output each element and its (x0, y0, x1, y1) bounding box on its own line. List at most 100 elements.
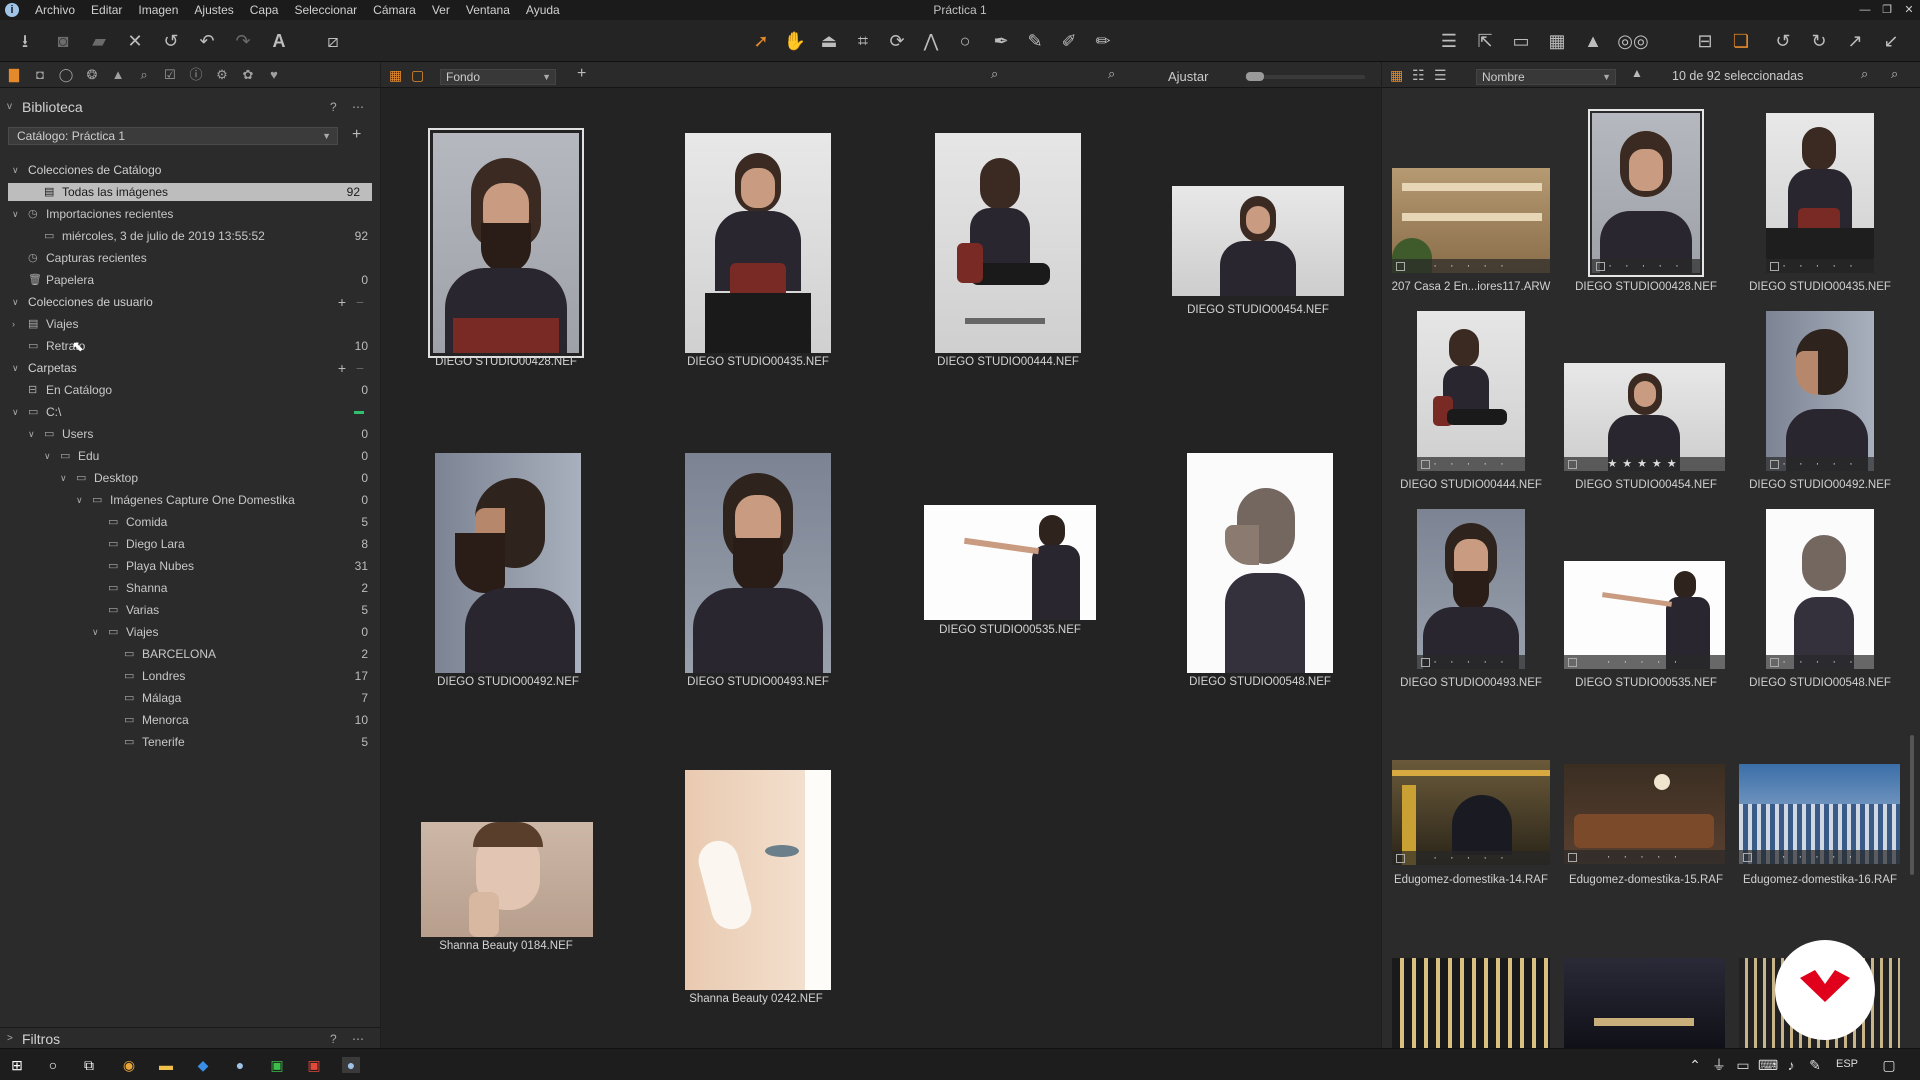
camera-icon[interactable]: ◙ (50, 28, 76, 54)
compare-icon[interactable]: ⊟ (1692, 28, 1718, 54)
tree-section-header[interactable]: ∨ Carpetas + − (0, 359, 380, 377)
list-view-icon[interactable]: ☷ (1412, 67, 1425, 84)
exposure-tab-icon[interactable]: ▲ (109, 67, 127, 83)
exposure-warning-icon[interactable]: ▲ (1580, 28, 1606, 54)
selection-checkbox[interactable] (1568, 460, 1577, 469)
grid-overlay-icon[interactable]: ▦ (1544, 28, 1570, 54)
adjustments-tab-icon[interactable]: ☑ (161, 67, 179, 83)
rating-stars[interactable]: · · · · · (1592, 259, 1700, 273)
usb-icon[interactable]: ⏚ (1710, 1057, 1728, 1073)
close-window-button[interactable]: ✕ (1898, 0, 1920, 20)
metadata-tab-icon[interactable]: ⓘ (187, 67, 205, 83)
chevron-down-icon[interactable]: ∨ (12, 359, 19, 377)
browser-thumbnail[interactable]: · · · · · (1392, 168, 1550, 273)
color-tab-icon[interactable]: ❂ (83, 67, 101, 83)
app-green-icon[interactable]: ▣ (268, 1057, 286, 1073)
selection-checkbox[interactable] (1396, 854, 1405, 863)
zoom-slider-handle[interactable] (1246, 72, 1264, 81)
capture-one-icon[interactable]: ● (231, 1057, 249, 1073)
selection-checkbox[interactable] (1770, 262, 1779, 271)
tree-item[interactable]: ▭ miércoles, 3 de julio de 2019 13:55:52 9… (0, 227, 380, 245)
tree-item[interactable]: ▭ Menorca 10 (0, 711, 380, 729)
batch-tab-icon[interactable]: ✿ (239, 67, 257, 83)
browser-thumbnail[interactable]: · · · · · (1392, 760, 1550, 865)
multi-view-icon[interactable]: ❏ (1728, 28, 1754, 54)
tree-item[interactable]: ▭ Málaga 7 (0, 689, 380, 707)
selection-checkbox[interactable] (1396, 262, 1405, 271)
rating-stars[interactable]: · · · · · (1564, 655, 1725, 669)
tree-item[interactable]: ∨ ▭ Desktop 0 (0, 469, 380, 487)
apply-adjustments-icon[interactable]: ↙ (1878, 28, 1904, 54)
chevron-right-icon[interactable]: › (12, 315, 15, 333)
brush-icon[interactable]: ✎ (1022, 28, 1048, 54)
viewer-image[interactable] (1187, 453, 1333, 673)
tree-item[interactable]: ▭ Shanna 2 (0, 579, 380, 597)
add-catalog-button[interactable]: + (352, 127, 361, 143)
tree-section-header[interactable]: ∨ Colecciones de Catálogo (0, 161, 380, 179)
fit-label[interactable]: Ajustar (1168, 69, 1208, 84)
selection-checkbox[interactable] (1770, 658, 1779, 667)
panel-options-icon[interactable]: ? ⋯ (330, 96, 370, 118)
chevron-down-icon[interactable]: ∨ (12, 403, 19, 421)
browser-thumbnail[interactable]: · · · · · (1739, 764, 1900, 864)
rating-stars[interactable]: ★★★★★ (1564, 457, 1725, 471)
viewer-image[interactable] (685, 770, 831, 990)
zoom-thumbnails-icon[interactable]: ⌕ (1861, 66, 1868, 82)
menu-imagen[interactable]: Imagen (130, 0, 186, 20)
background-select[interactable]: Fondo ▼ (440, 69, 556, 85)
selection-checkbox[interactable] (1596, 262, 1605, 271)
viewer-image[interactable] (685, 453, 831, 673)
tree-item[interactable]: ∨ ▭ Users 0 (0, 425, 380, 443)
redo-icon[interactable]: ↷ (230, 28, 256, 54)
edit-mode-icon[interactable]: ⧄ (320, 28, 346, 54)
tree-item[interactable]: ∨ ▭ C:\ (0, 403, 380, 421)
network-icon[interactable]: ⌨ (1758, 1057, 1778, 1073)
menu-capa[interactable]: Capa (242, 0, 287, 20)
volume-icon[interactable]: ♪ (1782, 1057, 1800, 1073)
selection-checkbox[interactable] (1743, 853, 1752, 862)
tree-item[interactable]: ▭ Londres 17 (0, 667, 380, 685)
spot-removal-icon[interactable]: ○ (952, 28, 978, 54)
menu-editar[interactable]: Editar (83, 0, 130, 20)
details-tab-icon[interactable]: ⌕ (135, 67, 153, 83)
grid-view-icon[interactable]: ▦ (389, 67, 402, 84)
app-red-icon[interactable]: ▣ (305, 1057, 323, 1073)
output-tab-icon[interactable]: ⚙ (213, 67, 231, 83)
search-icon[interactable]: ○ (44, 1057, 62, 1073)
export-icon[interactable]: ⇱ (1472, 28, 1498, 54)
proof-icon[interactable]: ▭ (1508, 28, 1534, 54)
browser-thumbnail[interactable]: · · · · · (1417, 311, 1525, 471)
pen-icon[interactable]: ✎ (1806, 1057, 1824, 1073)
rating-stars[interactable]: · · · · · (1739, 850, 1900, 864)
maximize-button[interactable]: ❐ (1876, 0, 1898, 20)
tree-item[interactable]: › ▤ Viajes (0, 315, 380, 333)
catalog-select[interactable]: Catálogo: Práctica 1 ▼ (8, 127, 338, 145)
tree-item[interactable]: ◷ Capturas recientes (0, 249, 380, 267)
browser-thumbnail[interactable]: · · · · · (1588, 109, 1704, 277)
rotate-right-icon[interactable]: ↻ (1806, 28, 1832, 54)
filters-header[interactable]: > Filtros ? ⋯ (0, 1027, 380, 1049)
crop-icon[interactable]: ⌗ (850, 28, 876, 54)
add-view-icon[interactable]: + (577, 65, 586, 83)
viewer-image[interactable] (935, 133, 1081, 353)
new-album-icon[interactable]: ▰ (86, 28, 112, 54)
rating-stars[interactable]: · · · · · (1417, 457, 1525, 471)
menu-ventana[interactable]: Ventana (458, 0, 518, 20)
menu-ver[interactable]: Ver (424, 0, 458, 20)
sort-select[interactable]: Nombre ▼ (1476, 69, 1616, 85)
tree-item[interactable]: ▭ BARCELONA 2 (0, 645, 380, 663)
zoom-in-icon[interactable]: ⌕ (1108, 66, 1115, 82)
browser-thumbnail[interactable]: · · · · · (1766, 113, 1874, 273)
tree-item[interactable]: ▭ Diego Lara 8 (0, 535, 380, 553)
panel-options-icon[interactable]: ? ⋯ (330, 1028, 370, 1050)
selection-checkbox[interactable] (1568, 853, 1577, 862)
viewer-layout-icon[interactable]: ☰ (1436, 28, 1462, 54)
chevron-down-icon[interactable]: ∨ (28, 425, 35, 443)
rating-stars[interactable]: · · · · · (1392, 259, 1550, 273)
viewer-image[interactable] (435, 453, 581, 673)
pan-hand-icon[interactable]: ✋ (782, 28, 808, 54)
import-icon[interactable]: ⭳ (12, 28, 38, 54)
app-icon[interactable]: ◆ (194, 1057, 212, 1073)
task-view-icon[interactable]: ⧉ (80, 1057, 98, 1073)
browser-thumbnail[interactable] (1564, 958, 1725, 1048)
